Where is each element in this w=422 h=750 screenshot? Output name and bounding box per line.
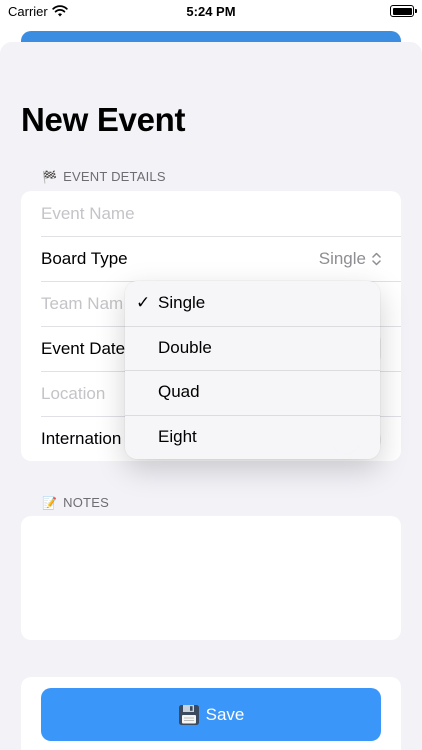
team-name-placeholder: Team Nam: [41, 293, 124, 313]
notes-header: 📝 NOTES: [42, 495, 109, 510]
floppy-disk-icon: [178, 704, 199, 725]
menu-item-label: Quad: [158, 382, 200, 402]
board-type-menu: ✓ Single Double Quad Eight: [125, 281, 380, 459]
event-details-header-label: EVENT DETAILS: [63, 169, 166, 184]
clock: 5:24 PM: [186, 4, 236, 19]
board-type-picker[interactable]: Board Type Single: [21, 236, 401, 281]
status-bar: Carrier 5:24 PM: [0, 0, 422, 24]
menu-item-label: Double: [158, 337, 212, 357]
event-date-label: Event Date: [41, 338, 126, 358]
save-button-label: Save: [205, 704, 245, 724]
location-placeholder: Location: [41, 383, 106, 403]
battery-icon: [390, 5, 417, 17]
menu-item-quad[interactable]: Quad: [125, 370, 380, 415]
chevron-up-down-icon: [372, 252, 381, 265]
board-type-value: Single: [318, 248, 366, 268]
event-name-placeholder: Event Name: [41, 203, 135, 223]
board-type-value-wrap: Single: [319, 249, 381, 269]
save-button[interactable]: Save: [41, 688, 381, 741]
checkered-flag-icon: 🏁: [42, 170, 58, 184]
notes-text-area[interactable]: [21, 516, 401, 640]
menu-item-single[interactable]: ✓ Single: [125, 281, 380, 326]
menu-item-eight[interactable]: Eight: [125, 414, 380, 460]
international-label: Internation: [41, 428, 122, 448]
menu-item-label: Eight: [158, 426, 197, 446]
checkmark-icon: ✓: [136, 293, 151, 313]
menu-item-label: Single: [158, 293, 206, 313]
memo-icon: 📝: [42, 496, 58, 510]
page-title: New Event: [21, 101, 186, 138]
event-details-header: 🏁 EVENT DETAILS: [42, 169, 166, 184]
board-type-label: Board Type: [41, 248, 128, 268]
notes-header-label: NOTES: [63, 495, 109, 510]
save-section: Save: [21, 677, 401, 750]
event-name-field[interactable]: Event Name: [21, 191, 401, 236]
menu-item-double[interactable]: Double: [125, 325, 380, 371]
